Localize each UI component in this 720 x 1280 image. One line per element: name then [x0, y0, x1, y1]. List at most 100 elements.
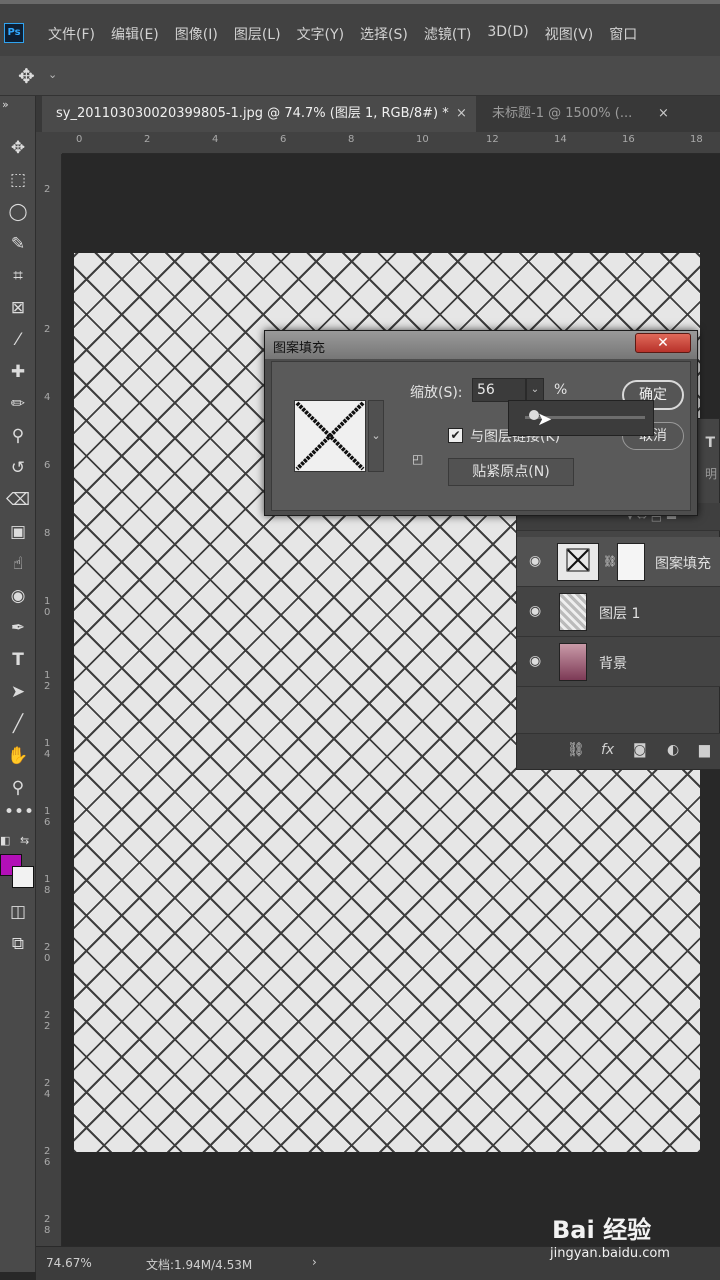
text-filter-icon[interactable]: T — [705, 435, 715, 451]
ruler-label: 2 6 — [44, 1146, 51, 1168]
ruler-vertical[interactable]: 2 2 4 6 8 1 0 1 2 1 4 1 6 1 8 2 0 2 2 2 … — [36, 154, 62, 1246]
eye-icon[interactable]: ◉ — [529, 653, 541, 669]
tab-document-untitled[interactable]: 未标题-1 @ 1500% (... — [478, 96, 718, 132]
layers-footer: ⛓ fx ◙ ◐ ▆ — [517, 733, 720, 769]
new-preset-icon[interactable]: ◰ — [412, 452, 423, 466]
ruler-label: 2 — [44, 324, 51, 335]
eyedropper-icon[interactable]: ⁄ — [4, 326, 32, 354]
ruler-label: 2 8 — [44, 1214, 51, 1236]
quick-select-icon[interactable]: ✎ — [4, 230, 32, 258]
pen-icon[interactable]: ✒ — [4, 614, 32, 642]
layer-thumbnail — [559, 593, 587, 631]
type-icon[interactable]: T — [4, 646, 32, 674]
lasso-icon[interactable]: ◯ — [4, 198, 32, 226]
link-with-layer-checkbox[interactable]: ✔ — [448, 428, 463, 443]
ruler-label: 1 2 — [44, 670, 51, 692]
chevron-down-icon[interactable]: ⌄ — [48, 68, 57, 81]
menu-filter[interactable]: 滤镜(T) — [416, 24, 479, 44]
gradient-icon[interactable]: ▣ — [4, 518, 32, 546]
ruler-label: 4 — [212, 134, 219, 145]
close-icon[interactable]: × — [456, 106, 467, 121]
pattern-fill-dialog: 图案填充 ✕ ⌄ ◰ 缩放(S): 56 ⌄ % ✔ 与图层链接(K) 贴紧原点… — [264, 330, 698, 516]
menu-file[interactable]: 文件(F) — [40, 24, 103, 44]
pattern-thumbnail — [557, 543, 599, 581]
tab-title: 未标题-1 @ 1500% (... — [492, 106, 633, 121]
stamp-icon[interactable]: ⚲ — [4, 422, 32, 450]
fx-icon[interactable]: fx — [601, 742, 614, 758]
ruler-label: 10 — [416, 134, 429, 145]
line-icon[interactable]: ╱ — [4, 710, 32, 738]
scale-input[interactable]: 56 — [472, 378, 526, 402]
collapse-icon[interactable]: » — [2, 98, 9, 111]
crop-icon[interactable]: ⌗ — [4, 262, 32, 290]
mask-thumbnail[interactable] — [617, 543, 645, 581]
quick-mask-icon[interactable]: ◫ — [4, 898, 32, 926]
brush-icon[interactable]: ✏ — [4, 390, 32, 418]
menu-bar: Ps 文件(F) 编辑(E) 图像(I) 图层(L) 文字(Y) 选择(S) 滤… — [0, 0, 720, 56]
dialog-title: 图案填充 — [273, 341, 326, 356]
link-icon[interactable]: ⛓ — [603, 555, 617, 568]
ruler-horizontal[interactable]: 0 2 4 6 8 10 12 14 16 18 — [62, 132, 720, 154]
menu-layer[interactable]: 图层(L) — [226, 24, 289, 44]
snap-to-origin-button[interactable]: 贴紧原点(N) — [448, 458, 574, 486]
ruler-label: 1 0 — [44, 596, 51, 618]
eye-icon[interactable]: ◉ — [529, 553, 541, 569]
layer-row-background[interactable]: ◉ 背景 — [517, 637, 720, 687]
pattern-picker[interactable] — [294, 400, 366, 472]
menu-window[interactable]: 窗口 — [601, 24, 645, 44]
marquee-icon[interactable]: ⬚ — [4, 166, 32, 194]
link-layers-icon[interactable]: ⛓ — [567, 742, 585, 758]
tab-document-active[interactable]: sy_20110303002039​9805-1.jpg @ 74.7% (图层… — [42, 96, 476, 132]
chevron-down-icon[interactable]: ⌄ — [368, 400, 384, 472]
ruler-label: 18 — [690, 134, 703, 145]
hand-icon[interactable]: ✋ — [4, 742, 32, 770]
watermark-logo: Bai 经验 — [552, 1216, 652, 1244]
close-button[interactable]: ✕ — [635, 333, 691, 353]
history-brush-icon[interactable]: ↺ — [4, 454, 32, 482]
frame-icon[interactable]: ⊠ — [4, 294, 32, 322]
menu-edit[interactable]: 编辑(E) — [103, 24, 167, 44]
folder-icon[interactable]: ▆ — [699, 742, 710, 758]
ruler-label: 1 4 — [44, 738, 51, 760]
document-tabs: sy_20110303002039​9805-1.jpg @ 74.7% (图层… — [36, 96, 720, 132]
add-mask-icon[interactable]: ◙ — [633, 742, 647, 758]
tab-title: sy_20110303002039​9805-1.jpg @ 74.7% (图层… — [56, 106, 449, 121]
sponge-icon[interactable]: ◉ — [4, 582, 32, 610]
more-icon[interactable]: ••• — [4, 798, 34, 826]
menu-image[interactable]: 图像(I) — [167, 24, 226, 44]
close-icon[interactable]: × — [658, 106, 669, 121]
eraser-icon[interactable]: ⌫ — [4, 486, 32, 514]
path-select-icon[interactable]: ➤ — [4, 678, 32, 706]
zoom-level[interactable]: 74.67% — [46, 1256, 92, 1270]
menu-select[interactable]: 选择(S) — [352, 24, 416, 44]
chevron-down-icon[interactable]: ⌄ — [526, 378, 544, 402]
dialog-titlebar[interactable]: 图案填充 ✕ — [265, 331, 697, 359]
healing-icon[interactable]: ✚ — [4, 358, 32, 386]
scale-slider-popup: ➤ — [508, 400, 654, 436]
move-tool-icon[interactable]: ✥ — [18, 64, 35, 88]
swap-colors-icon[interactable]: ⇆ — [20, 834, 29, 847]
eye-icon[interactable]: ◉ — [529, 603, 541, 619]
layer-row-layer1[interactable]: ◉ 图层 1 — [517, 587, 720, 637]
status-menu-arrow[interactable]: › — [312, 1255, 317, 1269]
ruler-corner — [36, 132, 62, 154]
menu-type[interactable]: 文字(Y) — [289, 24, 352, 44]
layer-name: 图层 1 — [599, 606, 641, 622]
ruler-label: 2 4 — [44, 1078, 51, 1100]
dialog-body: ⌄ ◰ 缩放(S): 56 ⌄ % ✔ 与图层链接(K) 贴紧原点(N) 确定 … — [271, 361, 691, 511]
move-icon[interactable]: ✥ — [4, 134, 32, 162]
background-color-swatch[interactable] — [12, 866, 34, 888]
layer-row-pattern-fill[interactable]: ◉ ⛓ 图案填充 — [517, 537, 720, 587]
ruler-label: 0 — [76, 134, 83, 145]
ruler-label: 2 0 — [44, 942, 51, 964]
baidu-jingyan-watermark: Bai 经验 jingyan.baidu.com — [548, 1202, 708, 1266]
menu-view[interactable]: 视图(V) — [537, 24, 602, 44]
menu-3d[interactable]: 3D(D) — [479, 24, 536, 44]
adjustment-icon[interactable]: ◐ — [667, 742, 679, 758]
smudge-icon[interactable]: ☝ — [4, 550, 32, 578]
menu-items: 文件(F) 编辑(E) 图像(I) 图层(L) 文字(Y) 选择(S) 滤镜(T… — [40, 24, 645, 44]
ruler-label: 8 — [348, 134, 355, 145]
screen-mode-icon[interactable]: ⧉ — [4, 930, 32, 958]
layer-name: 背景 — [599, 656, 627, 672]
default-colors-icon[interactable]: ◧ — [0, 834, 10, 847]
